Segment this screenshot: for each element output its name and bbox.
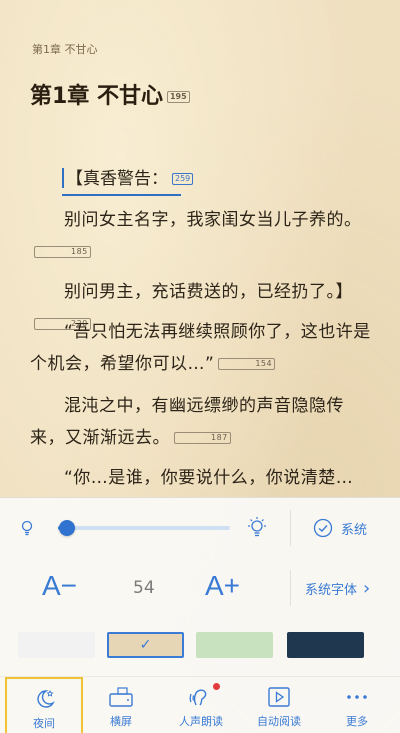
tab-label: 横屏: [110, 715, 132, 728]
tab-auto-read[interactable]: 自动阅读: [240, 677, 318, 733]
system-font-label: 系统字体: [305, 583, 358, 598]
reading-settings-panel: 系统 A− 54 A+ 系统字体 › ✓ 夜间 横屏 人声朗读 自动阅读 更多: [0, 497, 400, 733]
check-circle-icon: [313, 518, 333, 538]
brightness-row: 系统: [0, 498, 400, 556]
system-font-button[interactable]: 系统字体 ›: [305, 578, 370, 599]
chapter-title-text: 第1章 不甘心: [30, 84, 163, 109]
theme-swatch-row: ✓: [0, 632, 400, 660]
chevron-right-icon: ›: [363, 578, 371, 599]
paragraph: 别问女主名字，我家闺女当儿子养的。 185: [30, 204, 375, 268]
more-icon: [347, 695, 367, 699]
highlighted-warning[interactable]: 【真香警告： 259: [62, 166, 194, 196]
warning-text: 【真香警告：: [66, 169, 168, 189]
selection-underline: [62, 194, 182, 196]
brightness-low-icon: [21, 520, 33, 536]
theme-swatch-green[interactable]: [196, 632, 273, 658]
theme-swatch-white[interactable]: [18, 632, 95, 658]
paragraph-text: “吾只怕无法再继续照顾你了，这也许是个机会，希望你可以…”: [30, 322, 371, 374]
voice-read-icon: [189, 689, 207, 706]
tab-night-mode[interactable]: 夜间: [5, 677, 83, 733]
divider: [290, 570, 291, 606]
tab-landscape[interactable]: 横屏: [82, 677, 160, 733]
chapter-title: 第1章 不甘心 195: [30, 78, 190, 110]
comment-badge[interactable]: 154: [218, 358, 276, 370]
font-size-value: 54: [133, 578, 155, 598]
tab-label: 夜间: [33, 717, 55, 730]
comment-badge[interactable]: 187: [174, 432, 231, 444]
paragraph: “吾只怕无法再继续照顾你了，这也许是个机会，希望你可以…” 154: [30, 316, 375, 380]
paragraph-text: “你…是谁，你要说什么，你说清楚…你…: [64, 468, 354, 488]
paragraph: 混沌之中，有幽远缥缈的声音隐隐传来，又渐渐远去。 187: [30, 390, 375, 454]
brightness-high-icon: [248, 517, 266, 537]
tab-label: 人声朗读: [179, 715, 223, 728]
auto-read-icon: [268, 687, 290, 707]
tab-label: 自动阅读: [257, 715, 301, 728]
divider: [290, 510, 291, 546]
system-brightness-label: 系统: [341, 522, 368, 538]
font-size-row: A− 54 A+ 系统字体 ›: [0, 562, 400, 612]
selection-cursor[interactable]: [62, 168, 64, 188]
moon-icon: [37, 689, 55, 708]
comment-badge[interactable]: 185: [34, 246, 91, 258]
running-header: 第1章 不甘心: [32, 43, 98, 56]
increase-font-button[interactable]: A+: [205, 570, 240, 602]
check-icon: ✓: [139, 637, 152, 653]
decrease-font-button[interactable]: A−: [42, 570, 77, 602]
notification-dot: [213, 683, 220, 690]
comment-badge[interactable]: 195: [166, 91, 190, 103]
tab-voice-read[interactable]: 人声朗读: [162, 677, 240, 733]
brightness-slider[interactable]: [58, 520, 230, 536]
theme-swatch-dark[interactable]: [287, 632, 364, 658]
reader-page[interactable]: 第1章 不甘心 第1章 不甘心 195 【真香警告： 259 别问女主名字，我家闺女…: [0, 0, 400, 497]
comment-badge[interactable]: 259: [172, 173, 194, 185]
paragraph-text: 别问女主名字，我家闺女当儿子养的。: [64, 210, 362, 230]
tab-more[interactable]: 更多: [318, 677, 396, 733]
brightness-slider-handle[interactable]: [59, 520, 75, 536]
theme-swatch-parchment[interactable]: ✓: [107, 632, 184, 658]
tab-label: 更多: [346, 715, 368, 728]
paragraph: “你…是谁，你要说什么，你说清楚…你…: [30, 462, 375, 497]
landscape-icon: [109, 687, 133, 707]
bottom-toolbar: 夜间 横屏 人声朗读 自动阅读 更多: [0, 676, 400, 733]
paragraph-text: 别问男主，充话费送的，已经扔了。】: [64, 282, 353, 302]
system-brightness-toggle[interactable]: 系统: [313, 517, 367, 539]
